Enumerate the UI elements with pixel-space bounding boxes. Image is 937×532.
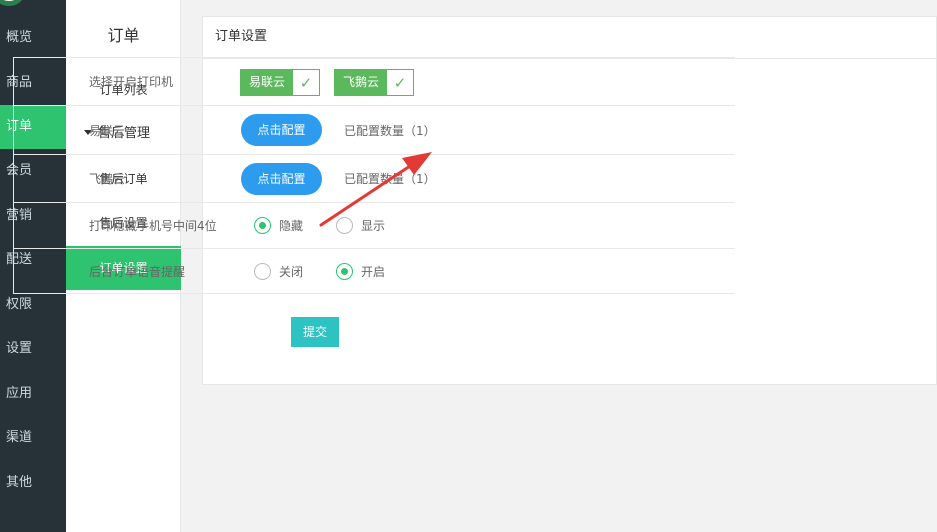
radio-label: 显示	[361, 219, 386, 233]
hide-phone-label: 打印隐藏手机号中间4位	[89, 219, 217, 233]
printer-checkbox-label: 飞鹅云	[335, 70, 388, 95]
nav-item-overview[interactable]: 概览	[0, 16, 66, 60]
feieyun-label: 飞鹅云	[89, 172, 126, 186]
radio-circle	[254, 262, 271, 280]
nav-item-apps[interactable]: 应用	[0, 372, 66, 416]
radio-off[interactable]: 关闭	[254, 249, 303, 293]
feieyun-config-count: 已配置数量（1）	[344, 172, 436, 186]
nav-item-channels[interactable]: 渠道	[0, 416, 66, 460]
printer-checkbox-yilianyun[interactable]: 易联云 ✓	[240, 69, 321, 96]
hide-phone-row: 打印隐藏手机号中间4位 隐藏 显示	[13, 203, 735, 249]
printer-select-row: 选择开启打印机 易联云 ✓ 飞鹅云 ✓	[13, 58, 735, 106]
yilianyun-row: 易联云 点击配置 已配置数量（1）	[13, 106, 735, 155]
printer-checkbox-feieyun[interactable]: 飞鹅云 ✓	[334, 69, 415, 96]
yilianyun-config-button[interactable]: 点击配置	[241, 114, 322, 146]
check-icon: ✓	[293, 70, 320, 95]
radio-circle	[336, 217, 353, 234]
radio-show[interactable]: 显示	[336, 203, 385, 248]
panel-title: 订单设置	[203, 17, 936, 59]
printer-select-label: 选择开启打印机	[89, 75, 174, 89]
yilianyun-label: 易联云	[89, 123, 126, 138]
nav-item-other[interactable]: 其他	[0, 461, 66, 505]
radio-label: 隐藏	[279, 219, 304, 233]
printer-checkbox-label: 易联云	[241, 70, 294, 95]
check-icon: ✓	[387, 70, 414, 95]
nav-item-settings[interactable]: 设置	[0, 327, 66, 371]
settings-form: 选择开启打印机 易联云 ✓ 飞鹅云 ✓ 易联云 点击配置 已配置数量（1） 飞鹅…	[13, 57, 735, 294]
logo	[0, 0, 24, 6]
yilianyun-config-count: 已配置数量（1）	[344, 123, 436, 138]
submit-button[interactable]: 提交	[291, 317, 339, 347]
feieyun-config-button[interactable]: 点击配置	[241, 163, 322, 195]
radio-hide[interactable]: 隐藏	[254, 203, 303, 248]
radio-circle	[336, 262, 353, 280]
subnav-title: 订单	[107, 26, 140, 45]
voice-reminder-label: 后台订单语音提醒	[89, 264, 186, 279]
feieyun-row: 飞鹅云 点击配置 已配置数量（1）	[13, 155, 735, 203]
radio-label: 关闭	[279, 264, 304, 279]
voice-reminder-row: 后台订单语音提醒 关闭 开启	[13, 249, 735, 294]
radio-circle	[254, 217, 271, 234]
radio-label: 开启	[361, 264, 386, 279]
radio-on[interactable]: 开启	[336, 249, 385, 293]
